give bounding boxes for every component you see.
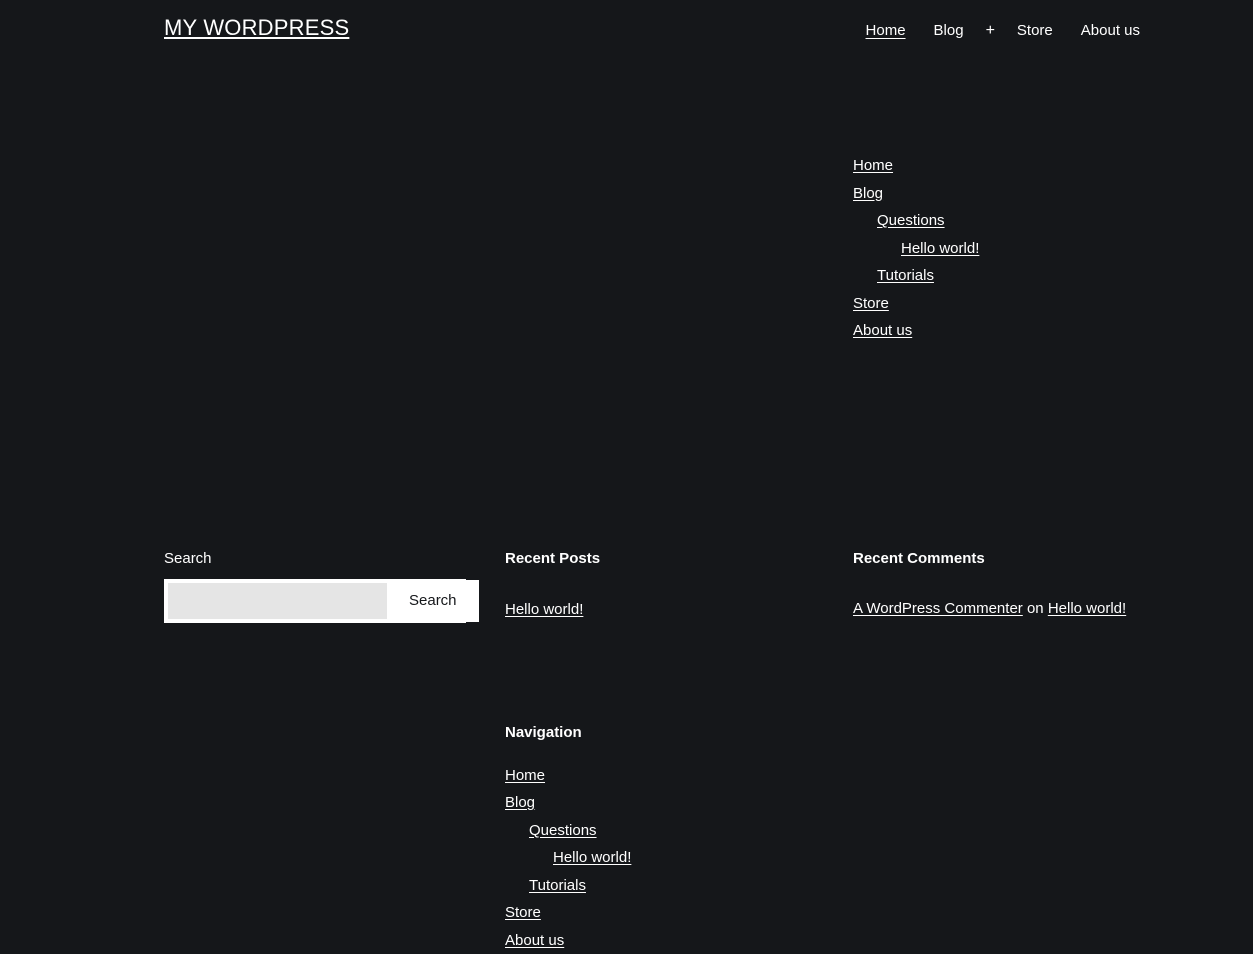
footer-nav-item-hello-world[interactable]: Hello world! bbox=[553, 844, 631, 872]
list-item: Questions Hello world! bbox=[529, 817, 815, 872]
nav-sublist: Hello world! bbox=[877, 235, 1173, 263]
recent-posts-widget: Recent Posts Hello world! Navigation Hom… bbox=[505, 548, 815, 954]
navigation-widget-title: Navigation bbox=[505, 722, 815, 744]
list-item: Hello world! bbox=[901, 235, 1173, 263]
content-nav-item-blog[interactable]: Blog bbox=[853, 180, 883, 208]
plus-icon[interactable]: + bbox=[978, 20, 1003, 42]
list-item: About us bbox=[505, 927, 815, 954]
search-button[interactable]: Search bbox=[387, 580, 479, 622]
footer-nav-item-blog[interactable]: Blog bbox=[505, 789, 535, 817]
recent-comments-title: Recent Comments bbox=[853, 548, 1173, 570]
content-nav-item-questions[interactable]: Questions bbox=[877, 207, 945, 235]
navigation-widget: Navigation Home Blog Questions Hello wor… bbox=[505, 722, 815, 954]
footer-nav-sublist: Questions Hello world! Tutorials bbox=[505, 817, 815, 900]
nav-link-blog[interactable]: Blog bbox=[920, 20, 978, 42]
search-widget: Search Search bbox=[164, 548, 466, 623]
footer-nav-item-home[interactable]: Home bbox=[505, 762, 545, 790]
recent-comments-list: A WordPress Commenter on Hello world! bbox=[853, 595, 1173, 623]
recent-posts-list: Hello world! bbox=[505, 596, 815, 624]
content-nav-item-tutorials[interactable]: Tutorials bbox=[877, 262, 934, 290]
nav-list: Home Blog Questions Hello world! Tutoria… bbox=[853, 152, 1173, 345]
page-content-navigation: Home Blog Questions Hello world! Tutoria… bbox=[853, 152, 1173, 345]
search-input[interactable] bbox=[168, 583, 387, 619]
footer-nav-item-store[interactable]: Store bbox=[505, 899, 541, 927]
footer-nav-list: Home Blog Questions Hello world! bbox=[505, 762, 815, 954]
nav-link-store[interactable]: Store bbox=[1003, 20, 1067, 42]
list-item: Store bbox=[505, 899, 815, 927]
nav-sublist: Questions Hello world! Tutorials bbox=[853, 207, 1173, 290]
search-label: Search bbox=[164, 548, 466, 570]
list-item: Tutorials bbox=[529, 872, 815, 900]
primary-navigation: Home Blog + Store About us bbox=[852, 20, 1154, 42]
list-item: Blog Questions Hello world! Tutorials bbox=[853, 180, 1173, 290]
footer-nav-sublist: Hello world! bbox=[529, 844, 815, 872]
content-nav-item-about-us[interactable]: About us bbox=[853, 317, 912, 345]
footer-nav-item-questions[interactable]: Questions bbox=[529, 817, 597, 845]
recent-post-link-hello-world[interactable]: Hello world! bbox=[505, 601, 583, 618]
content-nav-item-store[interactable]: Store bbox=[853, 290, 889, 318]
footer-nav-item-tutorials[interactable]: Tutorials bbox=[529, 872, 586, 900]
list-item: Blog Questions Hello world! Tutorials bbox=[505, 789, 815, 899]
footer-nav-item-about-us[interactable]: About us bbox=[505, 927, 564, 954]
comment-author-link[interactable]: A WordPress Commenter bbox=[853, 600, 1023, 617]
recent-comments-widget: Recent Comments A WordPress Commenter on… bbox=[853, 548, 1173, 623]
comment-separator-word: on bbox=[1027, 600, 1044, 617]
recent-posts-title: Recent Posts bbox=[505, 548, 815, 570]
content-nav-item-home[interactable]: Home bbox=[853, 152, 893, 180]
search-form: Search bbox=[164, 579, 466, 623]
comment-post-link[interactable]: Hello world! bbox=[1048, 600, 1126, 617]
content-nav-item-hello-world[interactable]: Hello world! bbox=[901, 235, 979, 263]
site-title[interactable]: MY WORDPRESS bbox=[164, 14, 349, 42]
list-item: Hello world! bbox=[505, 596, 815, 624]
nav-link-about-us[interactable]: About us bbox=[1067, 20, 1154, 42]
list-item: Hello world! bbox=[553, 844, 815, 872]
list-item: Home bbox=[505, 762, 815, 790]
list-item: A WordPress Commenter on Hello world! bbox=[853, 595, 1173, 623]
site-header: MY WORDPRESS Home Blog + Store About us bbox=[0, 0, 1253, 62]
list-item: Questions Hello world! bbox=[877, 207, 1173, 262]
nav-link-home[interactable]: Home bbox=[852, 20, 920, 42]
list-item: About us bbox=[853, 317, 1173, 345]
list-item: Store bbox=[853, 290, 1173, 318]
list-item: Home bbox=[853, 152, 1173, 180]
list-item: Tutorials bbox=[877, 262, 1173, 290]
